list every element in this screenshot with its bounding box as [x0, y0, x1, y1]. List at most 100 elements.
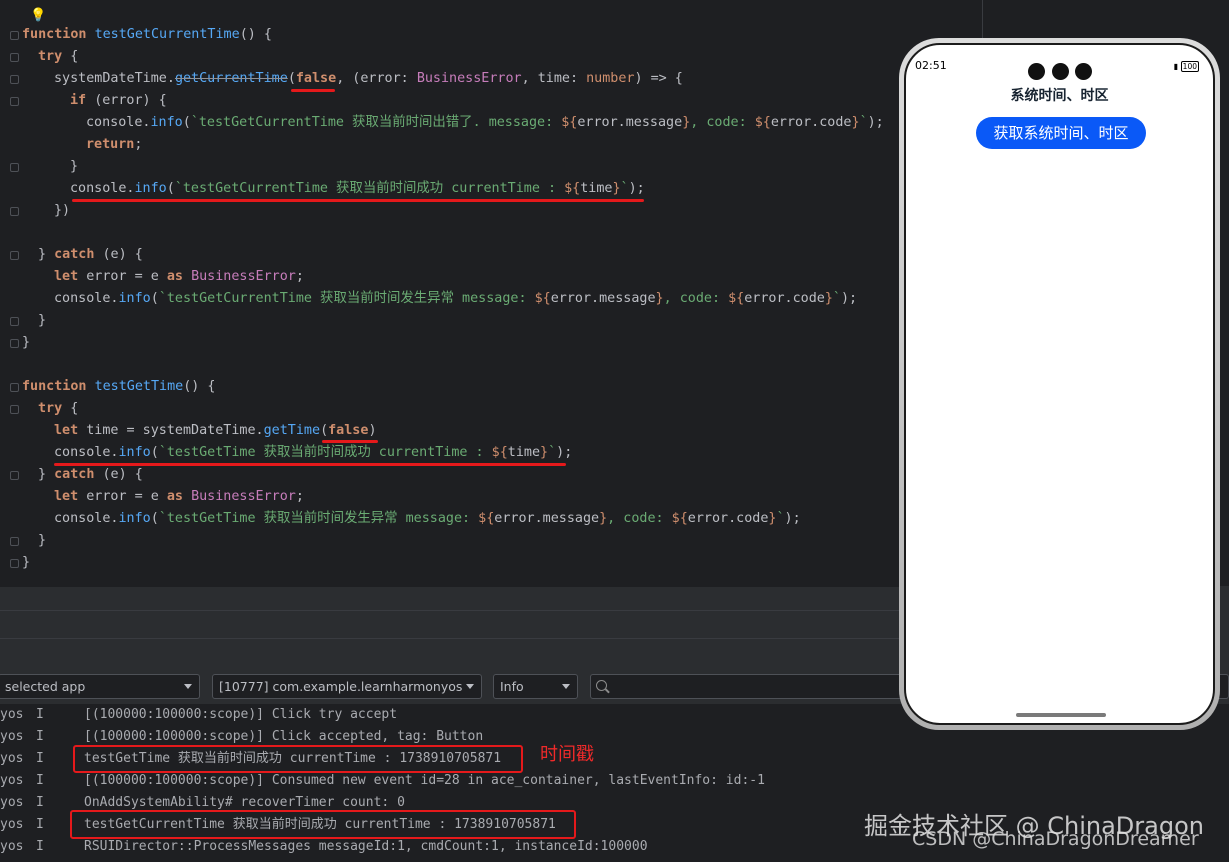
- code-token: error.message: [577, 115, 683, 130]
- code-token: ) => {: [634, 71, 683, 86]
- log-message: [(100000:100000:scope)] Click accepted, …: [84, 729, 484, 744]
- fold-marker-icon[interactable]: [10, 75, 19, 84]
- get-system-time-button[interactable]: 获取系统时间、时区: [976, 117, 1146, 149]
- code-line[interactable]: }: [22, 552, 30, 574]
- process-select[interactable]: [10777] com.example.learnharmonyos: [212, 674, 482, 699]
- fold-marker-icon[interactable]: [10, 339, 19, 348]
- code-line[interactable]: console.info(`testGetTime 获取当前时间成功 curre…: [54, 442, 572, 464]
- code-line[interactable]: function testGetTime() {: [22, 376, 216, 398]
- fold-marker-icon[interactable]: [10, 383, 19, 392]
- code-token: testGetTime: [94, 379, 184, 394]
- code-token: }: [38, 467, 55, 482]
- code-line[interactable]: }: [70, 156, 78, 178]
- editor-gutter: [0, 0, 22, 586]
- log-line[interactable]: yos I RSUIDirector::ProcessMessages messag…: [0, 836, 648, 858]
- code-line[interactable]: try {: [38, 398, 78, 420]
- fold-marker-icon[interactable]: [10, 31, 19, 40]
- code-token: BusinessError: [416, 71, 522, 86]
- log-tag: yos: [0, 817, 24, 832]
- log-line[interactable]: yos I [(100000:100000:scope)] Consumed new…: [0, 770, 765, 792]
- code-line[interactable]: } catch (e) {: [38, 464, 143, 486]
- log-tag: yos: [0, 729, 24, 744]
- chevron-down-icon: [562, 684, 570, 689]
- fold-marker-icon[interactable]: [10, 405, 19, 414]
- code-token: try: [38, 49, 71, 64]
- code-line[interactable]: }): [54, 200, 70, 222]
- code-line[interactable]: console.info(`testGetCurrentTime 获取当前时间成…: [70, 178, 645, 200]
- phone-screen[interactable]: 02:51 ▮ 100 系统时间、时区 获取系统时间、时区: [904, 43, 1215, 725]
- code-line[interactable]: } catch (e) {: [38, 244, 143, 266]
- log-level: I: [36, 839, 44, 854]
- code-token: `: [776, 511, 785, 526]
- code-line[interactable]: let error = e as BusinessError;: [54, 266, 304, 288]
- code-token: `testGetCurrentTime 获取当前时间出错了. message:: [190, 115, 562, 130]
- fold-marker-icon[interactable]: [10, 53, 19, 62]
- code-token: info: [134, 181, 167, 196]
- code-token: (: [166, 181, 175, 196]
- code-token: info: [118, 511, 151, 526]
- code-token: let: [54, 269, 87, 284]
- code-token: console.: [54, 445, 119, 460]
- code-line[interactable]: }: [38, 310, 46, 332]
- code-token: error.code: [770, 115, 852, 130]
- battery-icon: ▮ 100: [1174, 61, 1199, 72]
- fold-marker-icon[interactable]: [10, 163, 19, 172]
- fold-marker-icon[interactable]: [10, 207, 19, 216]
- fold-marker-icon[interactable]: [10, 537, 19, 546]
- code-line[interactable]: if (error) {: [70, 90, 167, 112]
- code-token: try: [38, 401, 71, 416]
- code-token: ${: [491, 445, 508, 460]
- code-line[interactable]: return;: [86, 134, 142, 156]
- code-token: ;: [295, 489, 304, 504]
- code-line[interactable]: function testGetCurrentTime() {: [22, 24, 272, 46]
- code-line[interactable]: console.info(`testGetTime 获取当前时间发生异常 mes…: [54, 508, 801, 530]
- code-token: , code:: [663, 291, 729, 306]
- code-token: let: [54, 423, 87, 438]
- code-token: BusinessError: [191, 489, 296, 504]
- code-token: BusinessError: [191, 269, 296, 284]
- battery-level: 100: [1180, 61, 1199, 72]
- lightbulb-icon[interactable]: 💡: [30, 9, 46, 23]
- code-token: catch: [54, 467, 103, 482]
- code-line[interactable]: console.info(`testGetCurrentTime 获取当前时间出…: [86, 112, 884, 134]
- log-message: [(100000:100000:scope)] Click try accept: [84, 707, 398, 722]
- log-line[interactable]: yos I [(100000:100000:scope)] Click try ac…: [0, 704, 397, 726]
- code-token: ${: [561, 115, 578, 130]
- level-select[interactable]: Info: [493, 674, 578, 699]
- signal-icon: ▮: [1173, 62, 1179, 71]
- code-token: `testGetCurrentTime 获取当前时间成功 currentTime…: [174, 181, 565, 196]
- fold-marker-icon[interactable]: [10, 317, 19, 326]
- home-indicator[interactable]: [1016, 713, 1106, 717]
- log-level: I: [36, 773, 44, 788]
- code-token: , (error:: [336, 71, 417, 86]
- code-token: function: [22, 27, 95, 42]
- code-token: console.: [86, 115, 151, 130]
- code-line[interactable]: }: [22, 332, 30, 354]
- code-token: if: [70, 93, 95, 108]
- code-token: (e) {: [102, 247, 143, 262]
- annotation-underline: [54, 463, 566, 466]
- fold-marker-icon[interactable]: [10, 471, 19, 480]
- annotation-underline: [322, 440, 378, 443]
- code-line[interactable]: let time = systemDateTime.getTime(false): [54, 420, 377, 442]
- code-token: (: [320, 423, 329, 438]
- fold-marker-icon[interactable]: [10, 559, 19, 568]
- code-line[interactable]: try {: [38, 46, 78, 68]
- code-line[interactable]: console.info(`testGetCurrentTime 获取当前时间发…: [54, 288, 857, 310]
- code-line[interactable]: }: [38, 530, 46, 552]
- code-token: getCurrentTime: [174, 71, 288, 86]
- watermark-csdn: CSDN @ChinaDragonDreamer: [912, 828, 1199, 850]
- fold-marker-icon[interactable]: [10, 97, 19, 106]
- log-tag: yos: [0, 707, 24, 722]
- code-token: time: [507, 445, 541, 460]
- log-tag: yos: [0, 773, 24, 788]
- code-line[interactable]: let error = e as BusinessError;: [54, 486, 304, 508]
- code-token: ${: [728, 291, 745, 306]
- level-select-value: Info: [500, 679, 524, 694]
- code-line[interactable]: systemDateTime.getCurrentTime(false, (er…: [54, 68, 683, 90]
- fold-marker-icon[interactable]: [10, 251, 19, 260]
- code-token: }: [612, 181, 621, 196]
- device-select[interactable]: selected app: [0, 674, 200, 699]
- code-token: console.: [54, 511, 119, 526]
- device-select-value: selected app: [5, 679, 86, 694]
